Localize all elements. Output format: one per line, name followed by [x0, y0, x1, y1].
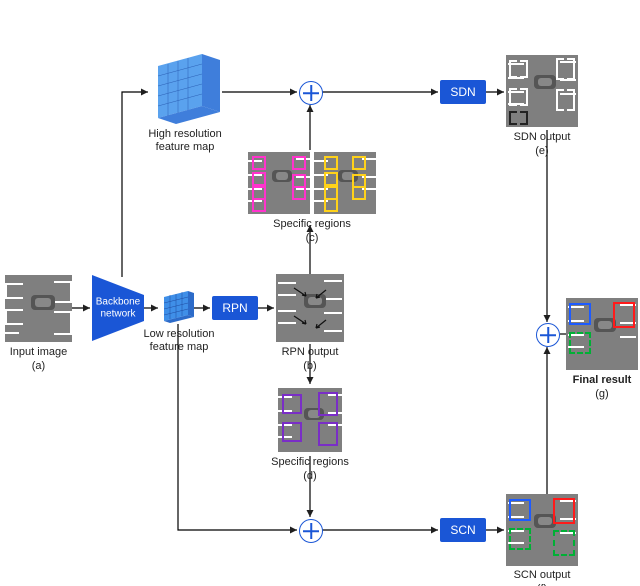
specific-regions-c-tag: (c): [248, 232, 376, 246]
input-image-label: Input image: [5, 346, 72, 360]
high-res-feature-map: [148, 54, 222, 132]
rpn-block: RPN: [212, 296, 258, 320]
rpn-output-label: RPN output: [276, 346, 344, 360]
low-res-label-1: Low resolution: [138, 328, 220, 342]
specific-regions-c-label: Specific regions: [248, 218, 376, 232]
sdn-label: SDN: [450, 85, 475, 99]
high-res-label-2: feature map: [138, 141, 232, 155]
fuse-top: [299, 81, 323, 105]
fuse-bottom: [299, 519, 323, 543]
scn-output: [506, 494, 578, 566]
input-image-tag: (a): [5, 360, 72, 374]
sdn-output-label: SDN output: [506, 131, 578, 145]
scn-label: SCN: [450, 523, 475, 537]
specific-regions-d-label: Specific regions: [268, 456, 352, 470]
backbone-network: Backbone network: [92, 275, 144, 341]
low-res-label-2: feature map: [138, 341, 220, 355]
specific-regions-c-left: [248, 152, 310, 214]
specific-regions-d-tag: (d): [268, 470, 352, 484]
sdn-output: [506, 55, 578, 127]
final-result-label: Final result: [566, 374, 638, 388]
diagram-root: Input image (a) Backbone network Low res…: [0, 0, 640, 586]
rpn-output-tag: (b): [276, 360, 344, 374]
sdn-block: SDN: [440, 80, 486, 104]
scn-block: SCN: [440, 518, 486, 542]
rpn-label: RPN: [222, 301, 247, 315]
backbone-label: Backbone network: [92, 297, 144, 320]
low-res-feature-map: [158, 291, 194, 325]
high-res-label-1: High resolution: [138, 128, 232, 142]
specific-regions-c-right: [314, 152, 376, 214]
final-result: [566, 298, 638, 370]
final-result-tag: (g): [566, 388, 638, 402]
specific-regions-d: [278, 388, 342, 452]
scn-output-label-fix: SCN output(f): [500, 569, 584, 586]
rpn-output: [276, 274, 344, 342]
input-image: [5, 275, 72, 342]
sdn-output-tag: (e): [506, 145, 578, 159]
fuse-final: [536, 323, 560, 347]
